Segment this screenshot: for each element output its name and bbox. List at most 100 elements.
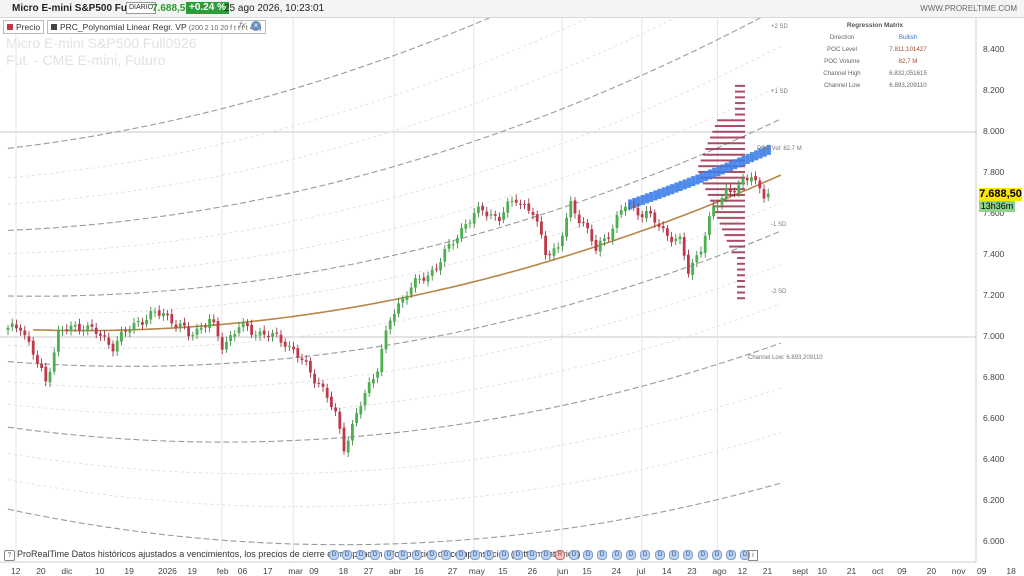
dividend-event-icon[interactable]: D (583, 550, 593, 560)
chart-grid (0, 18, 976, 562)
dividend-event-icon[interactable]: D (456, 550, 466, 560)
dividend-event-icon[interactable]: D (527, 550, 537, 560)
fx-icon[interactable]: fx (239, 20, 246, 30)
poc-bar (674, 182, 679, 193)
candle-body (720, 198, 724, 205)
dividend-event-icon[interactable]: D (356, 550, 366, 560)
help-icon[interactable]: ? (4, 550, 15, 561)
profile-bar (721, 228, 745, 231)
x-tick-label: 09 (897, 566, 907, 576)
candle-body (468, 222, 472, 224)
dividend-event-icon[interactable]: D (513, 550, 523, 560)
dividend-event-icon[interactable]: D (640, 550, 650, 560)
candle-body (422, 277, 426, 281)
candle-body (57, 329, 60, 352)
y-tick-label: 6.000 (983, 536, 1005, 546)
dividend-event-icon[interactable]: D (470, 550, 480, 560)
dividend-event-icon[interactable]: D (499, 550, 509, 560)
candle-body (52, 352, 56, 372)
close-indicator-icon[interactable]: × (251, 21, 261, 31)
dividend-event-icon[interactable]: D (655, 550, 665, 560)
profile-bar (714, 125, 745, 128)
candle-body (527, 203, 531, 211)
dividend-event-icon[interactable]: D (712, 550, 722, 560)
dividend-event-icon[interactable]: D (669, 550, 679, 560)
dividend-event-icon[interactable]: D (412, 550, 422, 560)
y-tick-label: 7.400 (983, 249, 1005, 259)
candle-body (699, 251, 703, 255)
dividend-event-icon[interactable]: D (329, 550, 339, 560)
candle-body (582, 222, 585, 224)
candle-body (346, 440, 350, 453)
poc-bar (661, 187, 666, 198)
x-tick-label: 10 (817, 566, 827, 576)
candle-body (485, 211, 489, 217)
dividend-event-icon[interactable]: D (427, 550, 437, 560)
x-tick-label: 27 (363, 566, 374, 576)
profile-bar (729, 245, 745, 248)
legend-price[interactable]: Precio (3, 20, 45, 34)
candle-body (754, 176, 757, 181)
candle-body (414, 278, 417, 288)
legend-indicator[interactable]: PRC_Polynomial Linear Regr. VP (200 2 10… (47, 20, 266, 34)
poc-bar (665, 185, 671, 196)
candle-body (199, 327, 203, 330)
candle-body (65, 329, 69, 331)
matrix-key: Channel Low (823, 82, 861, 89)
x-tick-label: 09 (309, 566, 319, 576)
candle-body (674, 238, 678, 242)
candle-body (6, 327, 10, 331)
dividend-event-icon[interactable]: D (612, 550, 622, 560)
dividend-event-icon[interactable]: D (698, 550, 708, 560)
dividend-event-icon[interactable]: D (726, 550, 736, 560)
dividend-event-icon[interactable]: D (441, 550, 451, 560)
candle-body (15, 324, 18, 329)
info-icon[interactable]: i (748, 550, 758, 561)
candle-body (729, 188, 732, 193)
candle-body (481, 205, 484, 211)
candle-body (460, 228, 463, 239)
y-tick-label: 8.400 (983, 44, 1005, 54)
dividend-event-icon[interactable]: D (398, 550, 408, 560)
x-tick-label: 10 (95, 566, 105, 576)
dividend-event-icon[interactable]: D (484, 550, 494, 560)
candle-body (645, 210, 648, 219)
candle-body (695, 255, 699, 263)
dividend-event-icon[interactable]: D (384, 550, 394, 560)
poc-bar (644, 193, 650, 204)
dividend-event-icon[interactable]: D (569, 550, 579, 560)
x-tick-label: sept (792, 566, 809, 576)
candle-body (540, 221, 543, 235)
candle-body (607, 237, 610, 239)
candle-body (250, 324, 253, 335)
candle-body (111, 343, 115, 352)
candle-body (531, 212, 535, 215)
candle-body (107, 337, 111, 345)
candle-body (170, 314, 174, 324)
candle-body (78, 323, 81, 331)
candle-body (556, 247, 560, 249)
x-tick-label: 09 (977, 566, 987, 576)
price-swatch-icon (7, 24, 13, 30)
candle-body (31, 340, 35, 355)
matrix-row: Channel High 6.832,051615 (810, 70, 940, 82)
profile-bar (737, 257, 745, 260)
x-tick-label: may (468, 566, 485, 576)
candle-body (36, 355, 39, 364)
dividend-event-icon[interactable]: D (597, 550, 607, 560)
dividend-event-icon[interactable]: D (626, 550, 636, 560)
candle-body (636, 207, 640, 216)
profile-bar (717, 119, 745, 122)
x-tick-label: 27 (447, 566, 458, 576)
dividend-event-icon[interactable]: D (370, 550, 380, 560)
candle-body (157, 310, 161, 316)
dividend-event-icon[interactable]: D (541, 550, 551, 560)
dividend-event-icon[interactable]: D (342, 550, 352, 560)
candle-body (519, 203, 522, 205)
candle-body (229, 335, 232, 342)
dividend-event-icon[interactable]: D (683, 550, 693, 560)
candle-body (435, 268, 438, 270)
dividend-event-icon[interactable]: R (555, 550, 565, 560)
regression-curve (33, 174, 782, 332)
candle-body (393, 313, 396, 322)
